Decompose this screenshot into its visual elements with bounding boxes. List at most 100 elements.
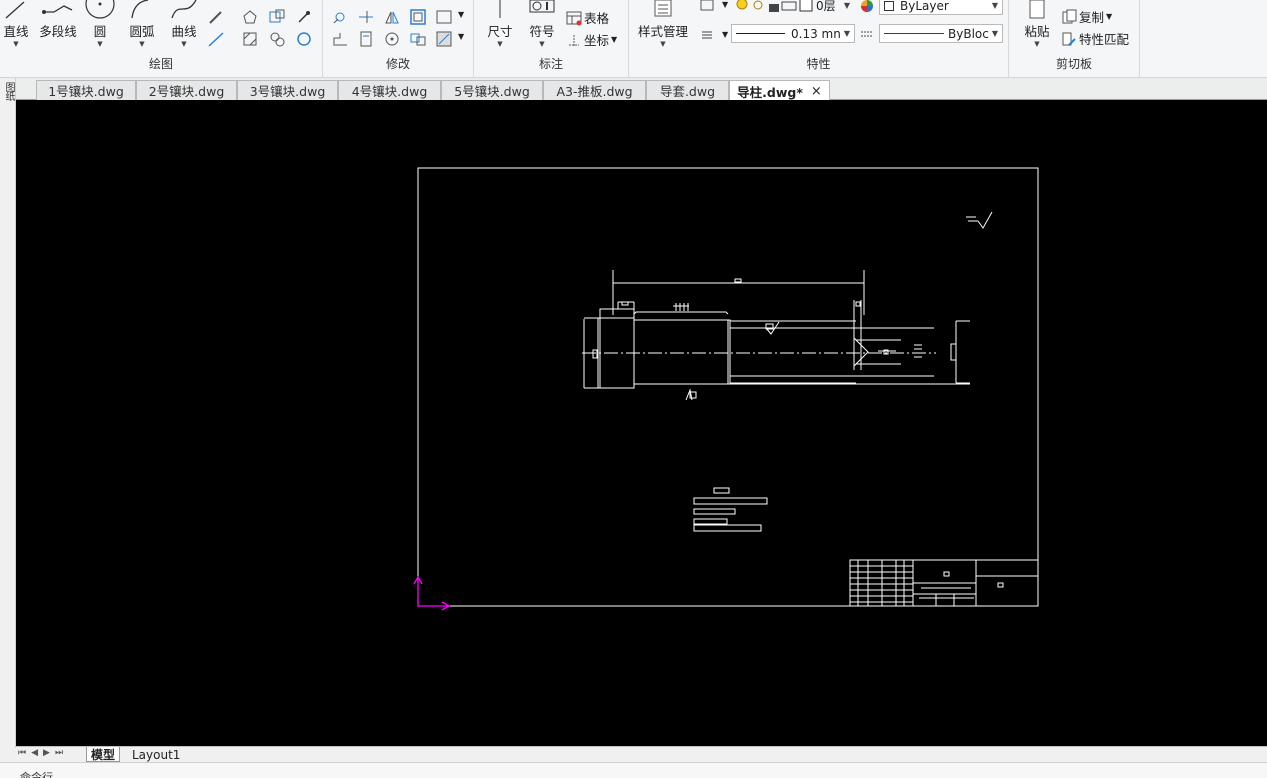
roughness-symbol <box>966 211 993 229</box>
linetype-dropdown[interactable]: ByBloc ▼ <box>879 24 1003 43</box>
move-icon[interactable] <box>331 8 349 26</box>
tab-layout1[interactable]: Layout1 <box>128 747 184 762</box>
match-properties-label: 特性匹配 <box>1079 32 1130 47</box>
printer-icon[interactable] <box>780 0 798 14</box>
revision-cloud-icon[interactable] <box>295 30 313 48</box>
lineweight-icon[interactable] <box>699 26 717 44</box>
match-properties-icon <box>1062 32 1076 46</box>
hatch-icon[interactable] <box>241 30 259 48</box>
array-icon[interactable] <box>409 30 427 48</box>
tab-5[interactable]: 5号镶块.dwg <box>441 80 543 100</box>
coordinate-label: 坐标 <box>584 33 610 48</box>
curve-button[interactable]: 曲线 ▼ <box>166 0 202 48</box>
color-wheel-icon[interactable] <box>858 0 876 15</box>
chevron-down-icon[interactable]: ▼ <box>722 30 728 39</box>
tab-2[interactable]: 2号镶块.dwg <box>136 80 237 100</box>
linetype-icon[interactable] <box>858 26 876 44</box>
line-icon <box>5 1 25 19</box>
left-strip: 图纸 <box>0 78 16 748</box>
point-icon[interactable] <box>295 8 313 26</box>
command-prompt: 命令行 <box>20 771 53 778</box>
table-label: 表格 <box>584 11 610 26</box>
tab-label: 2号镶块.dwg <box>148 84 225 99</box>
close-icon[interactable]: × <box>811 84 822 99</box>
draw-panel-title: 绘图 <box>148 57 173 71</box>
dimension-label: 尺寸 <box>487 24 513 39</box>
modify-panel-title: 修改 <box>385 57 410 71</box>
chevron-down-icon: ▼ <box>539 40 545 48</box>
left-strip-label[interactable]: 图纸 <box>1 82 16 100</box>
construction-line-icon[interactable] <box>207 30 225 48</box>
tab-label: 4号镶块.dwg <box>351 84 428 99</box>
block-icon[interactable] <box>268 8 286 26</box>
color-swatch-icon <box>884 0 894 11</box>
color-dropdown[interactable]: ByLayer ▼ <box>879 0 1003 15</box>
chevron-down-icon[interactable]: ▼ <box>458 10 464 19</box>
sheet-border <box>417 167 1039 607</box>
layer-dropdown[interactable]: 0层 ▼ <box>812 0 854 15</box>
layer-value: 0层 <box>816 0 836 13</box>
rectangle-icon[interactable] <box>435 8 453 26</box>
region-icon[interactable] <box>268 30 286 48</box>
overall-length-dimension <box>612 270 865 315</box>
mirror-icon[interactable] <box>383 8 401 26</box>
chevron-down-icon: ▼ <box>1106 12 1113 21</box>
tab-6[interactable]: A3-推板.dwg <box>543 80 646 100</box>
tab-label: 5号镶块.dwg <box>454 84 530 99</box>
tab-model[interactable]: 模型 <box>86 747 121 762</box>
paste-label: 粘贴 <box>1024 24 1050 39</box>
symbol-button[interactable]: 符号 ▼ <box>524 0 560 48</box>
chevron-down-icon: ▼ <box>611 35 618 44</box>
stretch-icon[interactable] <box>331 30 349 48</box>
rotate-icon[interactable] <box>383 30 401 48</box>
tab-label: 3号镶块.dwg <box>249 84 326 99</box>
line-button[interactable]: 直线 ▼ <box>0 0 32 48</box>
document-tab-bar: 1号镶块.dwg 2号镶块.dwg 3号镶块.dwg 4号镶块.dwg 5号镶块… <box>16 78 1267 101</box>
chevron-down-icon: ▼ <box>843 1 850 10</box>
layer-manager-icon[interactable] <box>699 0 717 14</box>
copy-object-icon[interactable] <box>357 30 375 48</box>
dimension-button[interactable]: 尺寸 ▼ <box>482 0 518 48</box>
line-label: 直线 <box>3 24 29 39</box>
circle-button[interactable]: 圆 ▼ <box>84 0 116 48</box>
chevron-down-icon: ▼ <box>497 40 503 48</box>
tab-label: 1号镶块.dwg <box>48 84 124 99</box>
arc-button[interactable]: 圆弧 ▼ <box>124 0 160 48</box>
lineweight-dropdown[interactable]: 0.13 mn ▼ <box>731 24 855 43</box>
dimension-icon <box>499 0 501 18</box>
tab-7[interactable]: 导套.dwg <box>646 80 729 100</box>
drawing-svg <box>413 167 1039 611</box>
chevron-down-icon[interactable]: ▼ <box>722 0 728 9</box>
match-properties-button[interactable]: 特性匹配 <box>1061 29 1129 48</box>
paste-button[interactable]: 粘贴 ▼ <box>1019 0 1055 48</box>
style-manager-icon <box>654 0 672 17</box>
chevron-down-icon: ▼ <box>991 29 998 38</box>
coordinate-button[interactable]: 坐标 ▼ <box>566 30 617 49</box>
circle-icon <box>85 0 115 19</box>
ucs-axis-icon <box>413 575 451 611</box>
table-button[interactable]: 表格 <box>566 8 609 27</box>
command-line[interactable]: 命令行 <box>0 762 1267 778</box>
layout-nav-arrows[interactable]: ⏮◀▶⏭ <box>18 748 68 758</box>
polyline-button[interactable]: 多段线 <box>36 0 80 40</box>
explode-icon[interactable] <box>435 30 453 48</box>
annotate-panel-title: 标注 <box>538 57 563 71</box>
tab-3[interactable]: 3号镶块.dwg <box>237 80 338 100</box>
polyline-icon <box>42 5 73 14</box>
chevron-down-icon: ▼ <box>991 1 998 10</box>
drawing-canvas[interactable] <box>16 100 1267 746</box>
draw-panel: 直线 ▼ 多段线 圆 ▼ 圆弧 ▼ 曲线 ▼ 绘图 <box>0 0 323 78</box>
tab-layout1-label: Layout1 <box>132 747 181 762</box>
chevron-down-icon[interactable]: ▼ <box>458 32 464 41</box>
style-manager-button[interactable]: 样式管理 ▼ <box>635 0 691 48</box>
copy-button[interactable]: 复制 ▼ <box>1061 7 1112 26</box>
tab-label: 导套.dwg <box>659 84 716 99</box>
pencil-icon[interactable] <box>207 8 225 26</box>
polygon-icon[interactable] <box>241 8 259 26</box>
tab-4[interactable]: 4号镶块.dwg <box>338 80 441 100</box>
tab-active[interactable]: 导柱.dwg* × <box>729 80 830 101</box>
offset-icon[interactable] <box>409 8 427 26</box>
trim-icon[interactable] <box>357 8 375 26</box>
technical-notes <box>693 487 768 532</box>
tab-1[interactable]: 1号镶块.dwg <box>36 80 136 100</box>
